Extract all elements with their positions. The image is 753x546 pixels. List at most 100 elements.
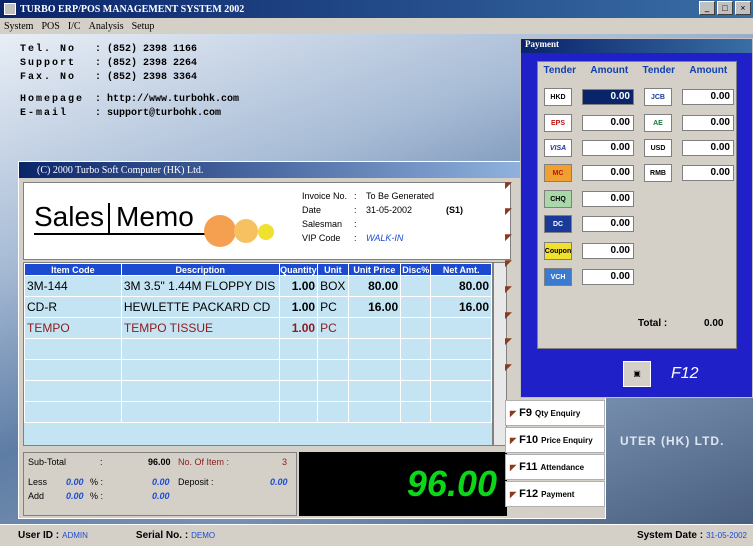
confirm-payment-button[interactable]: ▣ xyxy=(623,361,651,387)
cell-qty[interactable]: 1.00 xyxy=(278,296,319,318)
header-amount-right: Amount xyxy=(689,64,728,76)
cell-qty[interactable]: 1.00 xyxy=(278,317,319,339)
cell-unit[interactable]: PC xyxy=(317,317,349,339)
cell-desc[interactable]: 3M 3.5" 1.44M FLOPPY DIS xyxy=(120,275,280,297)
station-code: (S1) xyxy=(446,205,464,215)
cell-disc[interactable] xyxy=(400,317,432,339)
amex-amount-field[interactable]: 0.00 xyxy=(682,115,734,131)
table-row[interactable]: CD-R HEWLETTE PACKARD CD 1.00 PC 16.00 1… xyxy=(24,296,492,318)
maximize-button[interactable]: □ xyxy=(717,1,733,15)
cheque-amount-field[interactable]: 0.00 xyxy=(582,191,634,207)
cell-net[interactable]: 80.00 xyxy=(430,275,492,297)
subtotal-value: 96.00 xyxy=(148,457,171,467)
cell-net[interactable] xyxy=(430,317,492,339)
vip-value[interactable]: WALK-IN xyxy=(366,233,403,243)
voucher-amount-field[interactable]: 0.00 xyxy=(582,269,634,285)
f12-payment-button[interactable]: ◤ F12 Payment xyxy=(505,481,605,507)
header-amount-left: Amount xyxy=(590,64,629,76)
table-row[interactable] xyxy=(24,380,492,402)
deposit-value[interactable]: 0.00 xyxy=(270,477,288,487)
table-row[interactable] xyxy=(24,401,492,423)
tel-label: Tel. No xyxy=(20,44,77,55)
add-percent[interactable]: 0.00 xyxy=(66,491,84,501)
invoice-info: Invoice No.: To Be Generated Date:31-05-2… xyxy=(302,191,464,243)
cell-price[interactable]: 16.00 xyxy=(347,296,402,318)
less-amount[interactable]: 0.00 xyxy=(152,477,170,487)
cheque-icon[interactable]: CHQ xyxy=(544,190,572,208)
diners-club-icon[interactable]: DC xyxy=(544,215,572,233)
cell-disc[interactable] xyxy=(400,296,432,318)
cell-unit[interactable]: PC xyxy=(317,296,349,318)
hkd-amount-field[interactable]: 0.00 xyxy=(582,89,634,105)
coupon-amount-field[interactable]: 0.00 xyxy=(582,243,634,259)
voucher-icon[interactable]: VCH xyxy=(544,268,572,286)
fax-value: : (852) 2398 3364 xyxy=(95,72,198,83)
payment-title: Payment xyxy=(521,39,752,53)
menu-analysis[interactable]: Analysis xyxy=(89,21,124,32)
diners-amount-field[interactable]: 0.00 xyxy=(582,216,634,232)
cell-desc[interactable]: TEMPO TISSUE xyxy=(120,317,280,339)
header-tender-right: Tender xyxy=(642,64,676,76)
cell-disc[interactable] xyxy=(400,275,432,297)
app-icon xyxy=(4,3,16,15)
eps-amount-field[interactable]: 0.00 xyxy=(582,115,634,131)
system-date-value: 31-05-2002 xyxy=(706,531,747,540)
table-row[interactable] xyxy=(24,338,492,360)
col-disc: Disc% xyxy=(400,263,432,276)
payment-panel: Tender Amount Tender Amount HKD 0.00 EPS 0… xyxy=(537,61,737,349)
background-brand-text: UTER (HK) LTD. xyxy=(620,434,725,448)
grand-total-display: 96.00 xyxy=(299,452,507,516)
arrow-icon: ◤ xyxy=(510,408,517,418)
cell-qty[interactable]: 1.00 xyxy=(278,275,319,297)
f11-attendance-button[interactable]: ◤ F11 Attendance xyxy=(505,454,605,480)
header-tender-left: Tender xyxy=(543,64,577,76)
mastercard-amount-field[interactable]: 0.00 xyxy=(582,165,634,181)
f10-price-enquiry-button[interactable]: ◤ F10 Price Enquiry xyxy=(505,427,605,453)
add-amount[interactable]: 0.00 xyxy=(152,491,170,501)
menu-ic[interactable]: I/C xyxy=(68,21,81,32)
f12-label: F12 xyxy=(671,365,699,382)
close-button[interactable]: × xyxy=(735,1,751,15)
eps-icon[interactable]: EPS xyxy=(544,114,572,132)
user-id-label: User ID : xyxy=(18,530,60,541)
cell-net[interactable]: 16.00 xyxy=(430,296,492,318)
cell-code[interactable]: CD-R xyxy=(24,296,122,318)
add-label: Add xyxy=(28,491,45,501)
usd-cash-icon[interactable]: USD xyxy=(644,139,672,157)
jcb-amount-field[interactable]: 0.00 xyxy=(682,89,734,105)
coupon-icon[interactable]: Coupon xyxy=(544,242,572,260)
menu-system[interactable]: System xyxy=(4,21,33,32)
table-row[interactable] xyxy=(24,359,492,381)
hkd-cash-icon[interactable]: HKD xyxy=(544,88,572,106)
menu-pos[interactable]: POS xyxy=(41,21,59,32)
support-label: Support xyxy=(20,58,77,69)
cell-code[interactable]: TEMPO xyxy=(24,317,122,339)
title-bar: TURBO ERP/POS MANAGEMENT SYSTEM 2002 _ □… xyxy=(0,0,753,18)
usd-amount-field[interactable]: 0.00 xyxy=(682,140,734,156)
less-percent[interactable]: 0.00 xyxy=(66,477,84,487)
cell-unit[interactable]: BOX xyxy=(317,275,349,297)
deposit-label: Deposit : xyxy=(178,477,214,487)
fax-label: Fax. No xyxy=(20,72,77,83)
f9-qty-enquiry-button[interactable]: ◤ F9 Qty Enquiry xyxy=(505,400,605,426)
jcb-icon[interactable]: JCB xyxy=(644,88,672,106)
col-quantity: Quantity xyxy=(278,263,319,276)
rmb-amount-field[interactable]: 0.00 xyxy=(682,165,734,181)
memo-header: Sales Memo Invoice No.: To Be Generated D… xyxy=(23,182,511,260)
mastercard-icon[interactable]: MC xyxy=(544,164,572,182)
minimize-button[interactable]: _ xyxy=(699,1,715,15)
visa-amount-field[interactable]: 0.00 xyxy=(582,140,634,156)
cell-price[interactable] xyxy=(347,317,402,339)
visa-icon[interactable]: VISA xyxy=(544,139,572,157)
table-row[interactable]: TEMPO TEMPO TISSUE 1.00 PC xyxy=(24,317,492,339)
support-value: : (852) 2398 2264 xyxy=(95,58,198,69)
rmb-cash-icon[interactable]: RMB xyxy=(644,164,672,182)
cell-desc[interactable]: HEWLETTE PACKARD CD xyxy=(120,296,280,318)
table-row[interactable]: 3M-144 3M 3.5" 1.44M FLOPPY DIS 1.00 BOX… xyxy=(24,275,492,297)
menu-setup[interactable]: Setup xyxy=(132,21,155,32)
cell-code[interactable]: 3M-144 xyxy=(24,275,122,297)
cell-price[interactable]: 80.00 xyxy=(347,275,402,297)
amex-icon[interactable]: AE xyxy=(644,114,672,132)
system-date-label: System Date : xyxy=(636,530,704,541)
payment-total-label: Total : xyxy=(638,318,668,329)
